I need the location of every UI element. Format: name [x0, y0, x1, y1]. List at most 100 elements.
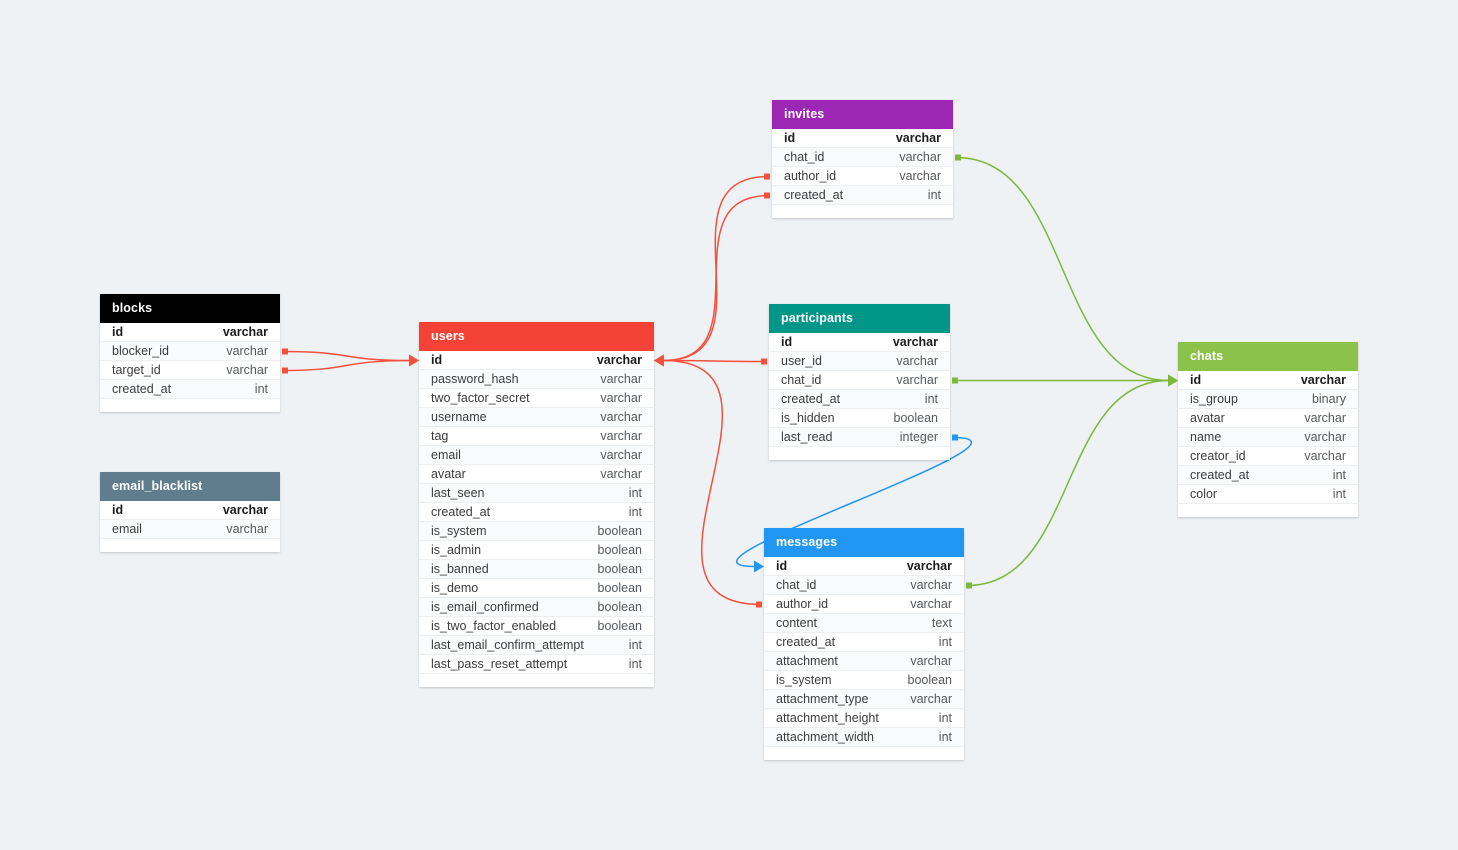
- column-row-chats-creator_id[interactable]: creator_id varchar: [1178, 447, 1358, 466]
- column-row-users-is_demo[interactable]: is_demo boolean: [419, 579, 654, 598]
- column-row-participants-id[interactable]: id varchar: [769, 333, 950, 352]
- table-columns-participants: id varchar user_id varchar chat_id varchar cre…: [769, 333, 950, 447]
- column-row-blocks-created_at[interactable]: created_at int: [100, 380, 280, 399]
- column-type: int: [254, 382, 268, 396]
- column-row-chats-id[interactable]: id varchar: [1178, 371, 1358, 390]
- column-row-users-is_system[interactable]: is_system boolean: [419, 522, 654, 541]
- relationship-participants-user-users: [662, 359, 767, 363]
- column-row-participants-last_read[interactable]: last_read integer: [769, 428, 950, 447]
- column-name: author_id: [776, 597, 829, 611]
- column-row-users-is_admin[interactable]: is_admin boolean: [419, 541, 654, 560]
- column-name: attachment_height: [776, 711, 879, 725]
- column-row-participants-is_hidden[interactable]: is_hidden boolean: [769, 409, 950, 428]
- table-footer-blocks: [100, 399, 280, 412]
- column-row-invites-author_id[interactable]: author_id varchar: [772, 167, 953, 186]
- column-row-users-is_two_factor_enabled[interactable]: is_two_factor_enabled boolean: [419, 617, 654, 636]
- column-row-participants-user_id[interactable]: user_id varchar: [769, 352, 950, 371]
- column-row-users-username[interactable]: username varchar: [419, 408, 654, 427]
- column-row-messages-attachment_type[interactable]: attachment_type varchar: [764, 690, 964, 709]
- column-name: chat_id: [784, 150, 825, 164]
- column-name: author_id: [784, 169, 837, 183]
- table-messages[interactable]: messages id varchar chat_id varchar author_id…: [764, 528, 964, 760]
- edge-source-marker-participants-lastread-messages: [952, 434, 958, 441]
- column-row-users-email[interactable]: email varchar: [419, 446, 654, 465]
- column-row-blocks-id[interactable]: id varchar: [100, 323, 280, 342]
- edge-arrowhead-messages-author-users: [654, 354, 664, 367]
- column-row-email_blacklist-email[interactable]: email varchar: [100, 520, 280, 539]
- column-row-participants-chat_id[interactable]: chat_id varchar: [769, 371, 950, 390]
- column-row-users-is_email_confirmed[interactable]: is_email_confirmed boolean: [419, 598, 654, 617]
- column-row-messages-chat_id[interactable]: chat_id varchar: [764, 576, 964, 595]
- column-name: id: [781, 335, 793, 349]
- table-participants[interactable]: participants id varchar user_id varchar chat_…: [769, 304, 950, 460]
- column-row-users-id[interactable]: id varchar: [419, 351, 654, 370]
- column-row-users-created_at[interactable]: created_at int: [419, 503, 654, 522]
- column-row-messages-is_system[interactable]: is_system boolean: [764, 671, 964, 690]
- edge-source-marker-invites-chat-chats: [955, 154, 961, 161]
- column-row-chats-is_group[interactable]: is_group binary: [1178, 390, 1358, 409]
- column-name: is_two_factor_enabled: [431, 619, 557, 633]
- column-type: int: [628, 657, 642, 671]
- column-row-users-last_pass_reset_attempt[interactable]: last_pass_reset_attempt int: [419, 655, 654, 674]
- edge-source-marker-invites-author-users: [764, 173, 770, 180]
- edge-source-marker-messages-author-users: [756, 601, 762, 608]
- column-row-blocks-target_id[interactable]: target_id varchar: [100, 361, 280, 380]
- column-row-messages-attachment_width[interactable]: attachment_width int: [764, 728, 964, 747]
- column-type: int: [1332, 487, 1346, 501]
- column-type: varchar: [906, 559, 952, 573]
- column-name: created_at: [1190, 468, 1250, 482]
- column-type: varchar: [600, 410, 642, 424]
- column-row-messages-attachment[interactable]: attachment varchar: [764, 652, 964, 671]
- column-row-users-last_seen[interactable]: last_seen int: [419, 484, 654, 503]
- column-name: id: [784, 131, 796, 145]
- column-name: created_at: [784, 188, 844, 202]
- column-name: content: [776, 616, 818, 630]
- edge-arrowhead-participants-chat-chats: [1168, 374, 1178, 387]
- column-row-messages-id[interactable]: id varchar: [764, 557, 964, 576]
- table-header-invites: invites: [772, 100, 953, 129]
- column-type: varchar: [600, 429, 642, 443]
- column-row-users-last_email_confirm_attempt[interactable]: last_email_confirm_attempt int: [419, 636, 654, 655]
- column-row-blocks-blocker_id[interactable]: blocker_id varchar: [100, 342, 280, 361]
- column-row-chats-avatar[interactable]: avatar varchar: [1178, 409, 1358, 428]
- relationship-invites-created-users: [662, 194, 770, 362]
- column-row-invites-id[interactable]: id varchar: [772, 129, 953, 148]
- edge-arrowhead-invites-author-users: [654, 354, 664, 367]
- table-users[interactable]: users id varchar password_hash varchar two_fa…: [419, 322, 654, 687]
- column-type: varchar: [600, 448, 642, 462]
- column-row-users-two_factor_secret[interactable]: two_factor_secret varchar: [419, 389, 654, 408]
- column-row-messages-author_id[interactable]: author_id varchar: [764, 595, 964, 614]
- column-row-chats-color[interactable]: color int: [1178, 485, 1358, 504]
- column-type: varchar: [600, 372, 642, 386]
- column-name: user_id: [781, 354, 822, 368]
- column-row-users-is_banned[interactable]: is_banned boolean: [419, 560, 654, 579]
- column-row-users-password_hash[interactable]: password_hash varchar: [419, 370, 654, 389]
- column-row-users-avatar[interactable]: avatar varchar: [419, 465, 654, 484]
- relationship-messages-chat-chats: [966, 379, 1170, 587]
- column-name: last_read: [781, 430, 833, 444]
- table-chats[interactable]: chats id varchar is_group binary avatar varcha…: [1178, 342, 1358, 517]
- table-invites[interactable]: invites id varchar chat_id varchar author_id v…: [772, 100, 953, 218]
- table-footer-chats: [1178, 504, 1358, 517]
- table-header-participants: participants: [769, 304, 950, 333]
- column-row-invites-chat_id[interactable]: chat_id varchar: [772, 148, 953, 167]
- column-type: boolean: [597, 600, 643, 614]
- table-footer-messages: [764, 747, 964, 760]
- edge-arrowhead-participants-user-users: [654, 354, 664, 367]
- column-name: created_at: [781, 392, 841, 406]
- column-row-invites-created_at[interactable]: created_at int: [772, 186, 953, 205]
- table-email_blacklist[interactable]: email_blacklist id varchar email varchar: [100, 472, 280, 552]
- column-row-participants-created_at[interactable]: created_at int: [769, 390, 950, 409]
- edge-arrowhead-messages-chat-chats: [1168, 374, 1178, 387]
- table-blocks[interactable]: blocks id varchar blocker_id varchar target_i…: [100, 294, 280, 412]
- column-row-messages-created_at[interactable]: created_at int: [764, 633, 964, 652]
- column-name: two_factor_secret: [431, 391, 530, 405]
- column-name: id: [431, 353, 443, 367]
- column-row-email_blacklist-id[interactable]: id varchar: [100, 501, 280, 520]
- column-row-messages-attachment_height[interactable]: attachment_height int: [764, 709, 964, 728]
- column-type: boolean: [597, 543, 643, 557]
- column-row-chats-created_at[interactable]: created_at int: [1178, 466, 1358, 485]
- column-row-messages-content[interactable]: content text: [764, 614, 964, 633]
- column-row-chats-name[interactable]: name varchar: [1178, 428, 1358, 447]
- column-row-users-tag[interactable]: tag varchar: [419, 427, 654, 446]
